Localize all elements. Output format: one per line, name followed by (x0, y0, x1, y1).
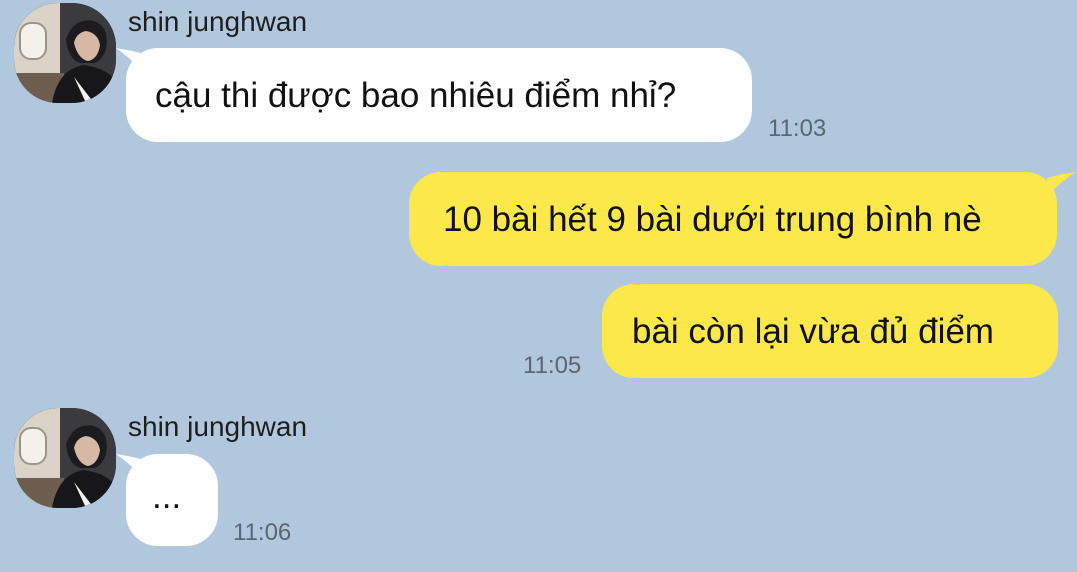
message-timestamp: 11:06 (233, 519, 292, 546)
sender-avatar[interactable] (14, 3, 116, 103)
chat-window: shin junghwan cậu thi được bao nhiêu điể… (0, 0, 1077, 572)
message-text: bài còn lại vừa đủ điểm (632, 311, 994, 351)
message-bubble-incoming[interactable]: ... (126, 454, 218, 546)
message-text: ... (152, 476, 182, 516)
sender-name: shin junghwan (128, 411, 308, 442)
message-text: cậu thi được bao nhiêu điểm nhỉ? (155, 75, 677, 115)
sender-name: shin junghwan (128, 6, 308, 37)
profile-photo-icon (14, 3, 116, 103)
message-timestamp: 11:05 (523, 352, 582, 379)
message-bubble-outgoing[interactable]: 10 bài hết 9 bài dưới trung bình nè (409, 172, 1057, 266)
message-text: 10 bài hết 9 bài dưới trung bình nè (443, 199, 982, 239)
message-bubble-outgoing[interactable]: bài còn lại vừa đủ điểm (602, 284, 1058, 378)
message-timestamp: 11:03 (768, 115, 827, 142)
profile-photo-icon (14, 408, 116, 508)
bubble-tail-outgoing (1047, 172, 1075, 196)
sender-avatar[interactable] (14, 408, 116, 508)
message-bubble-incoming[interactable]: cậu thi được bao nhiêu điểm nhỉ? (126, 48, 752, 142)
